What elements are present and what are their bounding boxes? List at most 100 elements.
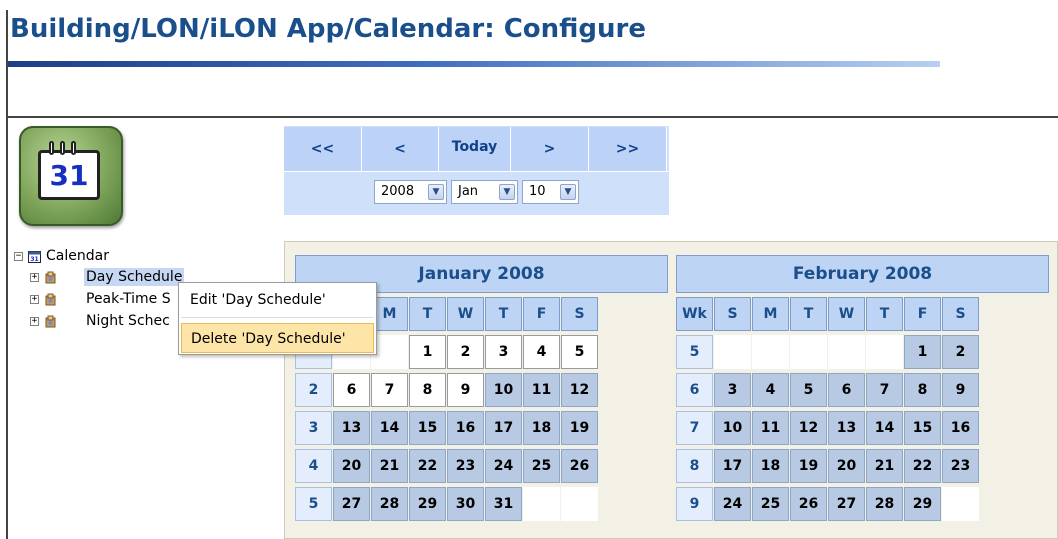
- next-button[interactable]: >: [511, 127, 589, 171]
- day-cell[interactable]: 9: [942, 373, 979, 407]
- day-cell[interactable]: 13: [333, 411, 370, 445]
- day-select[interactable]: 10 ▼: [522, 180, 579, 204]
- tree-root-calendar[interactable]: − 31 Calendar: [0, 247, 240, 265]
- day-cell[interactable]: 7: [866, 373, 903, 407]
- day-cell[interactable]: 18: [752, 449, 789, 483]
- schedule-icon: [45, 293, 56, 306]
- day-cell[interactable]: 28: [866, 487, 903, 521]
- month-select[interactable]: Jan ▼: [451, 180, 518, 204]
- day-cell[interactable]: 14: [866, 411, 903, 445]
- day-cell[interactable]: 23: [447, 449, 484, 483]
- day-cell[interactable]: 29: [409, 487, 446, 521]
- week-number-cell[interactable]: 5: [676, 335, 713, 369]
- week-number-cell[interactable]: 6: [676, 373, 713, 407]
- title-underline-bar: [8, 61, 940, 67]
- week-number-cell[interactable]: 5: [295, 487, 332, 521]
- nav-separator: [284, 171, 669, 172]
- day-cell[interactable]: 27: [828, 487, 865, 521]
- last-button[interactable]: >>: [589, 127, 667, 171]
- day-cell[interactable]: 15: [409, 411, 446, 445]
- day-cell[interactable]: 14: [371, 411, 408, 445]
- week-number-cell[interactable]: 9: [676, 487, 713, 521]
- day-cell[interactable]: 8: [904, 373, 941, 407]
- day-cell[interactable]: 8: [409, 373, 446, 407]
- day-cell[interactable]: 23: [942, 449, 979, 483]
- day-cell[interactable]: 25: [523, 449, 560, 483]
- week-number-cell[interactable]: 8: [676, 449, 713, 483]
- first-button[interactable]: <<: [284, 127, 362, 171]
- day-cell[interactable]: 6: [828, 373, 865, 407]
- day-cell[interactable]: 22: [409, 449, 446, 483]
- day-cell[interactable]: 20: [333, 449, 370, 483]
- day-cell[interactable]: 18: [523, 411, 560, 445]
- tree-item-label: Night Schec: [86, 313, 170, 329]
- day-cell[interactable]: 19: [790, 449, 827, 483]
- weekday-header-cell: T: [866, 297, 903, 331]
- day-cell[interactable]: 30: [447, 487, 484, 521]
- today-button[interactable]: Today: [439, 127, 511, 171]
- day-cell[interactable]: 26: [561, 449, 598, 483]
- day-cell[interactable]: 12: [561, 373, 598, 407]
- tree-item-peak-time-schedule[interactable]: + Peak-Time S: [0, 290, 180, 308]
- tree-item-day-schedule[interactable]: + Day Schedule: [0, 268, 200, 286]
- day-cell[interactable]: 17: [485, 411, 522, 445]
- day-cell[interactable]: 4: [752, 373, 789, 407]
- day-cell[interactable]: 6: [333, 373, 370, 407]
- tree-item-night-schedule[interactable]: + Night Schec: [0, 312, 180, 330]
- day-cell[interactable]: 29: [904, 487, 941, 521]
- prev-button[interactable]: <: [362, 127, 439, 171]
- day-cell[interactable]: 3: [485, 335, 522, 369]
- day-cell[interactable]: 10: [714, 411, 751, 445]
- week-number-cell[interactable]: 3: [295, 411, 332, 445]
- day-cell[interactable]: 10: [485, 373, 522, 407]
- expand-icon[interactable]: +: [30, 317, 39, 326]
- day-cell[interactable]: 2: [942, 335, 979, 369]
- day-cell[interactable]: 21: [371, 449, 408, 483]
- day-cell[interactable]: 1: [409, 335, 446, 369]
- day-cell[interactable]: 9: [447, 373, 484, 407]
- day-cell[interactable]: 19: [561, 411, 598, 445]
- weekday-header-cell: T: [790, 297, 827, 331]
- day-cell[interactable]: 11: [752, 411, 789, 445]
- week-number-cell[interactable]: 4: [295, 449, 332, 483]
- day-cell[interactable]: 27: [333, 487, 370, 521]
- calendar-ring-icon: [49, 141, 54, 155]
- day-cell[interactable]: 25: [752, 487, 789, 521]
- expand-icon[interactable]: +: [30, 295, 39, 304]
- day-cell[interactable]: 3: [714, 373, 751, 407]
- day-cell[interactable]: 2: [447, 335, 484, 369]
- day-cell[interactable]: 16: [942, 411, 979, 445]
- day-cell[interactable]: 26: [790, 487, 827, 521]
- day-cell[interactable]: 22: [904, 449, 941, 483]
- day-cell[interactable]: 20: [828, 449, 865, 483]
- expand-icon[interactable]: +: [30, 273, 39, 282]
- day-cell[interactable]: 17: [714, 449, 751, 483]
- day-cell[interactable]: 13: [828, 411, 865, 445]
- day-cell[interactable]: 15: [904, 411, 941, 445]
- day-select-value: 10: [529, 184, 546, 199]
- weekday-header-cell: T: [409, 297, 446, 331]
- week-number-cell[interactable]: 2: [295, 373, 332, 407]
- day-cell[interactable]: 7: [371, 373, 408, 407]
- day-cell[interactable]: 5: [790, 373, 827, 407]
- day-cell[interactable]: 5: [561, 335, 598, 369]
- tree-item-label: Peak-Time S: [86, 291, 171, 307]
- empty-day-cell: [942, 487, 979, 521]
- menu-item-delete[interactable]: Delete 'Day Schedule': [181, 323, 374, 353]
- collapse-icon[interactable]: −: [14, 252, 23, 261]
- day-cell[interactable]: 1: [904, 335, 941, 369]
- day-cell[interactable]: 31: [485, 487, 522, 521]
- day-cell[interactable]: 16: [447, 411, 484, 445]
- day-cell[interactable]: 4: [523, 335, 560, 369]
- day-cell[interactable]: 21: [866, 449, 903, 483]
- schedule-icon: [45, 315, 56, 328]
- day-cell[interactable]: 24: [485, 449, 522, 483]
- calendar-ring-icon: [60, 141, 65, 155]
- day-cell[interactable]: 12: [790, 411, 827, 445]
- year-select[interactable]: 2008 ▼: [374, 180, 447, 204]
- day-cell[interactable]: 11: [523, 373, 560, 407]
- week-number-cell[interactable]: 7: [676, 411, 713, 445]
- day-cell[interactable]: 28: [371, 487, 408, 521]
- menu-item-edit[interactable]: Edit 'Day Schedule': [181, 285, 374, 315]
- day-cell[interactable]: 24: [714, 487, 751, 521]
